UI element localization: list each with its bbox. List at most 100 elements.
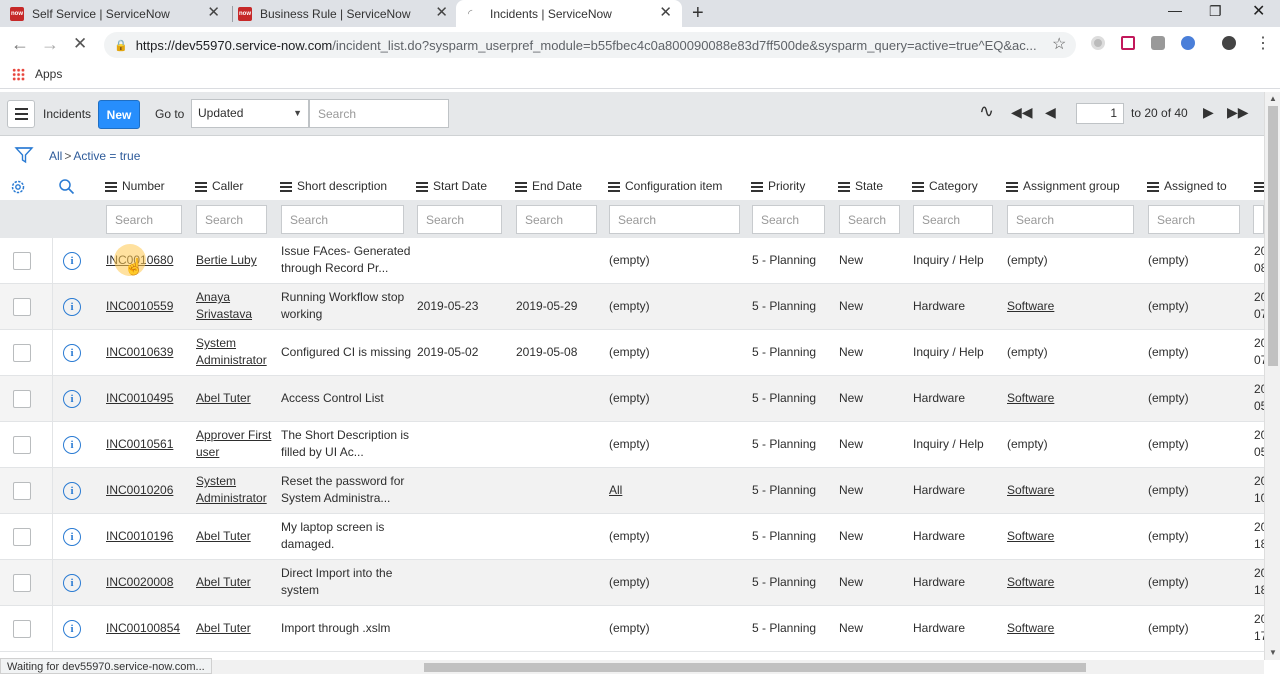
row-checkbox[interactable] (13, 344, 31, 362)
caller-link-text[interactable]: Srivastava (196, 306, 252, 323)
column-header-start-date[interactable]: Start Date (416, 179, 487, 194)
incident-number-link-text[interactable]: INC0010206 (106, 482, 173, 499)
column-menu-icon[interactable] (1147, 180, 1159, 194)
incident-number-link-text[interactable]: INC00100854 (106, 620, 180, 637)
extension-icon[interactable] (1091, 36, 1105, 50)
configuration-item[interactable]: All (609, 482, 622, 499)
bookmark-star-icon[interactable]: ☆ (1052, 34, 1066, 54)
scroll-up-icon[interactable]: ▲ (1269, 94, 1277, 103)
column-header-configuration-item[interactable]: Configuration item (608, 179, 722, 194)
column-header-state[interactable]: State (838, 179, 883, 194)
assignment-group[interactable]: Software (1007, 390, 1054, 407)
vertical-scrollbar[interactable]: ▲ ▼ (1264, 92, 1280, 660)
column-header-assigned-to[interactable]: Assigned to (1147, 179, 1227, 194)
caller-link[interactable]: Abel Tuter (196, 528, 251, 545)
column-menu-icon[interactable] (105, 180, 117, 194)
caller-link[interactable]: Approver First user (196, 427, 271, 461)
column-search-input[interactable]: Search (417, 205, 502, 234)
column-search-input[interactable] (1253, 205, 1264, 234)
browser-menu-icon[interactable]: ⋮ (1255, 33, 1271, 53)
table-row[interactable]: i INC0010559 Anaya Srivastava Running Workfl… (0, 284, 1264, 330)
back-icon[interactable]: ← (11, 34, 29, 55)
table-row[interactable]: i INC0010206 System Administrator Reset the … (0, 468, 1264, 514)
assignment-group-text[interactable]: Software (1007, 390, 1054, 407)
search-icon[interactable] (58, 178, 75, 195)
list-context-menu-button[interactable] (7, 100, 35, 128)
assignment-group[interactable]: Software (1007, 298, 1054, 315)
row-checkbox[interactable] (13, 620, 31, 638)
scroll-down-icon[interactable]: ▼ (1269, 648, 1277, 657)
assignment-group[interactable]: Software (1007, 528, 1054, 545)
row-checkbox[interactable] (13, 252, 31, 270)
incident-number-link[interactable]: INC0010559 (106, 298, 173, 315)
caller-link-text[interactable]: Abel Tuter (196, 528, 251, 545)
pocket-extension-icon[interactable] (1121, 36, 1135, 50)
info-icon[interactable]: i (63, 298, 81, 316)
row-checkbox[interactable] (13, 298, 31, 316)
assignment-group-text[interactable]: Software (1007, 298, 1054, 315)
column-search-input[interactable]: Search (609, 205, 740, 234)
caller-link[interactable]: Abel Tuter (196, 574, 251, 591)
apps-grid-icon[interactable] (12, 68, 25, 81)
configuration-item-text[interactable]: All (609, 482, 622, 499)
caller-link-text[interactable]: System (196, 335, 267, 352)
first-page-icon[interactable]: ◀◀ (1011, 104, 1033, 121)
caller-link[interactable]: Anaya Srivastava (196, 289, 252, 323)
caller-link[interactable]: Abel Tuter (196, 620, 251, 637)
caller-link[interactable]: System Administrator (196, 473, 267, 507)
info-icon[interactable]: i (63, 482, 81, 500)
column-menu-icon[interactable] (608, 180, 620, 194)
incident-number-link-text[interactable]: INC0010561 (106, 436, 173, 453)
incident-number-link[interactable]: INC0010561 (106, 436, 173, 453)
new-tab-icon[interactable]: + (692, 2, 704, 25)
caller-link-text[interactable]: Abel Tuter (196, 574, 251, 591)
incident-number-link[interactable]: INC0010495 (106, 390, 173, 407)
table-row[interactable]: iINC0010680Bertie LubyIssue FAces- Gener… (0, 238, 1264, 284)
incident-number-link-text[interactable]: INC0010196 (106, 528, 173, 545)
close-tab-icon[interactable]: ✕ (659, 5, 672, 21)
column-menu-icon[interactable] (195, 180, 207, 194)
caller-link-text[interactable]: Bertie Luby (196, 252, 257, 269)
goto-field-select[interactable]: Updated ▼ (191, 99, 309, 128)
apps-bookmark[interactable]: Apps (35, 67, 62, 81)
column-header-number[interactable]: Number (105, 179, 165, 194)
table-row[interactable]: i INC00100854 Abel Tuter Import through .xs… (0, 606, 1264, 652)
assignment-group-text[interactable]: Software (1007, 574, 1054, 591)
column-search-input[interactable]: Search (839, 205, 900, 234)
column-header-caller[interactable]: Caller (195, 179, 243, 194)
assignment-group[interactable]: Software (1007, 482, 1054, 499)
caller-link-text[interactable]: Abel Tuter (196, 390, 251, 407)
assignment-group-text[interactable]: Software (1007, 620, 1054, 637)
table-row[interactable]: i INC0010561 Approver First user The Short D… (0, 422, 1264, 468)
url-field[interactable]: 🔒 https://dev55970.service-now.com/incid… (104, 32, 1076, 58)
table-row[interactable]: i INC0010495 Abel Tuter Access Control List… (0, 376, 1264, 422)
assignment-group[interactable]: Software (1007, 574, 1054, 591)
column-search-input[interactable]: Search (1148, 205, 1240, 234)
column-header-assignment-group[interactable]: Assignment group (1006, 179, 1120, 194)
close-tab-icon[interactable]: ✕ (207, 5, 220, 21)
info-icon[interactable]: i (63, 620, 81, 638)
row-checkbox[interactable] (13, 574, 31, 592)
maximize-icon[interactable]: ❐ (1209, 3, 1222, 20)
incident-number-link[interactable]: INC0010206 (106, 482, 173, 499)
column-header-short-description[interactable]: Short description (280, 179, 387, 194)
row-checkbox[interactable] (13, 482, 31, 500)
browser-tab-incidents[interactable]: ◜ Incidents | ServiceNow ✕ (456, 0, 682, 27)
info-icon[interactable]: i (63, 344, 81, 362)
incident-number-link-text[interactable]: INC0010495 (106, 390, 173, 407)
row-checkbox[interactable] (13, 390, 31, 408)
profile-avatar-icon[interactable] (1222, 36, 1236, 50)
column-search-input[interactable]: Search (752, 205, 825, 234)
close-tab-icon[interactable]: ✕ (435, 5, 448, 21)
minimize-icon[interactable]: — (1168, 2, 1182, 18)
incident-number-link-text[interactable]: INC0010559 (106, 298, 173, 315)
filter-icon[interactable] (14, 145, 34, 165)
page-number-input[interactable]: 1 (1076, 103, 1124, 124)
shield-extension-icon[interactable] (1151, 36, 1165, 50)
incident-number-link[interactable]: INC0010639 (106, 344, 173, 361)
caller-link-text[interactable]: Anaya (196, 289, 252, 306)
caller-link-text[interactable]: user (196, 444, 271, 461)
gear-icon[interactable] (9, 178, 27, 196)
close-window-icon[interactable]: ✕ (1252, 1, 1265, 21)
table-row[interactable]: i INC0010639 System Administrator Configured… (0, 330, 1264, 376)
